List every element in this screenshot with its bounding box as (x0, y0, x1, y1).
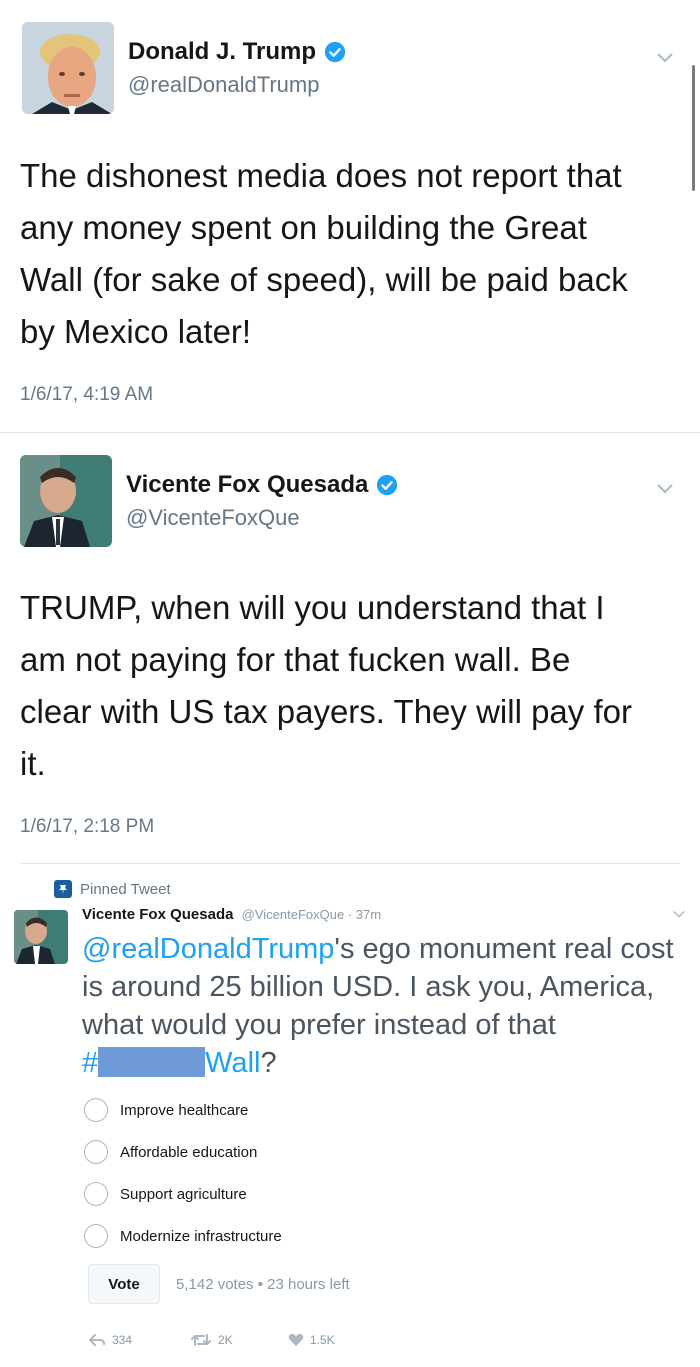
redaction-box (98, 1047, 206, 1077)
like-count: 1.5K (310, 1333, 335, 1347)
mention-link[interactable]: @realDonaldTrump (82, 933, 334, 965)
tweet-text-segment: 's ego monument real cost (334, 933, 674, 965)
pinned-tweet-header: Vicente Fox Quesada @VicenteFoxQue · 37m (82, 906, 381, 923)
tweet-text-line: The dishonest media does not report that (20, 157, 622, 194)
chevron-down-icon[interactable] (656, 483, 674, 495)
heart-icon (288, 1333, 304, 1346)
chevron-down-icon[interactable] (656, 52, 674, 64)
verified-badge-icon (324, 41, 346, 63)
tweet-text-line: Wall (for sake of speed), will be paid b… (20, 261, 628, 298)
pinned-tweet-indicator: Pinned Tweet (54, 880, 171, 898)
tweet-text: The dishonest media does not report that… (20, 150, 690, 358)
avatar[interactable] (20, 455, 112, 547)
chevron-down-icon[interactable] (672, 910, 686, 919)
tweet-text-line: clear with US tax payers. They will pay … (20, 693, 632, 730)
author-name[interactable]: Donald J. Trump (128, 38, 316, 66)
tweet-text-line: am not paying for that fucken wall. Be (20, 641, 571, 678)
pinned-tweet-text: @realDonaldTrump's ego monument real cos… (82, 930, 692, 1082)
avatar[interactable] (14, 910, 68, 964)
author-handle[interactable]: @realDonaldTrump (128, 72, 319, 98)
radio-button[interactable] (84, 1224, 108, 1248)
pin-icon (54, 880, 72, 898)
author-name-row[interactable]: Donald J. Trump (128, 38, 346, 66)
avatar[interactable] (22, 22, 114, 114)
radio-button[interactable] (84, 1098, 108, 1122)
poll-vote-meta: 5,142 votes • 23 hours left (176, 1276, 350, 1293)
reply-action[interactable]: 334 (88, 1333, 132, 1347)
tweet-text-line: is around 25 billion USD. I ask you, Ame… (82, 971, 655, 1003)
tweet-trump: Donald J. Trump @realDonaldTrump The dis… (0, 0, 700, 432)
tweet-text-line: by Mexico later! (20, 313, 252, 350)
tweet-text-line: it. (20, 745, 46, 782)
radio-button[interactable] (84, 1182, 108, 1206)
poll-option[interactable]: Improve healthcare (84, 1098, 248, 1122)
author-handle-time[interactable]: @VicenteFoxQue · 37m (242, 907, 381, 922)
radio-button[interactable] (84, 1140, 108, 1164)
like-action[interactable]: 1.5K (288, 1333, 335, 1347)
hashtag-link[interactable]: # Wall (82, 1047, 260, 1079)
poll-option-label: Improve healthcare (120, 1101, 249, 1119)
author-name[interactable]: Vicente Fox Quesada (126, 471, 368, 499)
poll-option-label: Modernize infrastructure (120, 1227, 282, 1245)
retweet-count: 2K (218, 1333, 233, 1347)
tweet-text-line: TRUMP, when will you understand that I (20, 589, 605, 626)
author-handle[interactable]: @VicenteFoxQue (126, 505, 300, 531)
poll-option-label: Affordable education (120, 1143, 258, 1161)
timestamp[interactable]: 1/6/17, 4:19 AM (20, 384, 153, 406)
reply-count: 334 (112, 1333, 133, 1347)
verified-badge-icon (377, 474, 398, 496)
pinned-label: Pinned Tweet (80, 880, 171, 898)
tweet-text-line: what would you prefer instead of that (82, 1009, 556, 1041)
poll-option[interactable]: Affordable education (84, 1140, 257, 1164)
retweet-action[interactable]: 2K (190, 1333, 233, 1347)
reply-icon (89, 1334, 105, 1346)
tweet-text-line: any money spent on building the Great (20, 209, 587, 246)
poll-option[interactable]: Support agriculture (84, 1182, 247, 1206)
retweet-icon (191, 1334, 211, 1346)
divider (20, 863, 680, 864)
author-name-row[interactable]: Vicente Fox Quesada (126, 471, 398, 499)
vote-button[interactable]: Vote (88, 1264, 160, 1304)
poll-option-label: Support agriculture (120, 1185, 247, 1203)
poll-option[interactable]: Modernize infrastructure (84, 1224, 282, 1248)
timestamp[interactable]: 1/6/17, 2:18 PM (20, 816, 154, 838)
tweet-text-segment: ? (260, 1047, 277, 1079)
tweet-fox: Vicente Fox Quesada @VicenteFoxQue TRUMP… (0, 433, 700, 863)
tweet-text: TRUMP, when will you understand that I a… (20, 582, 690, 790)
author-name[interactable]: Vicente Fox Quesada (82, 906, 233, 923)
hashtag-suffix: Wall (205, 1047, 261, 1079)
tweet-actions: 334 2K 1.5K (0, 1333, 700, 1353)
scrollbar[interactable] (692, 65, 695, 191)
hashtag-prefix: # (82, 1047, 99, 1079)
